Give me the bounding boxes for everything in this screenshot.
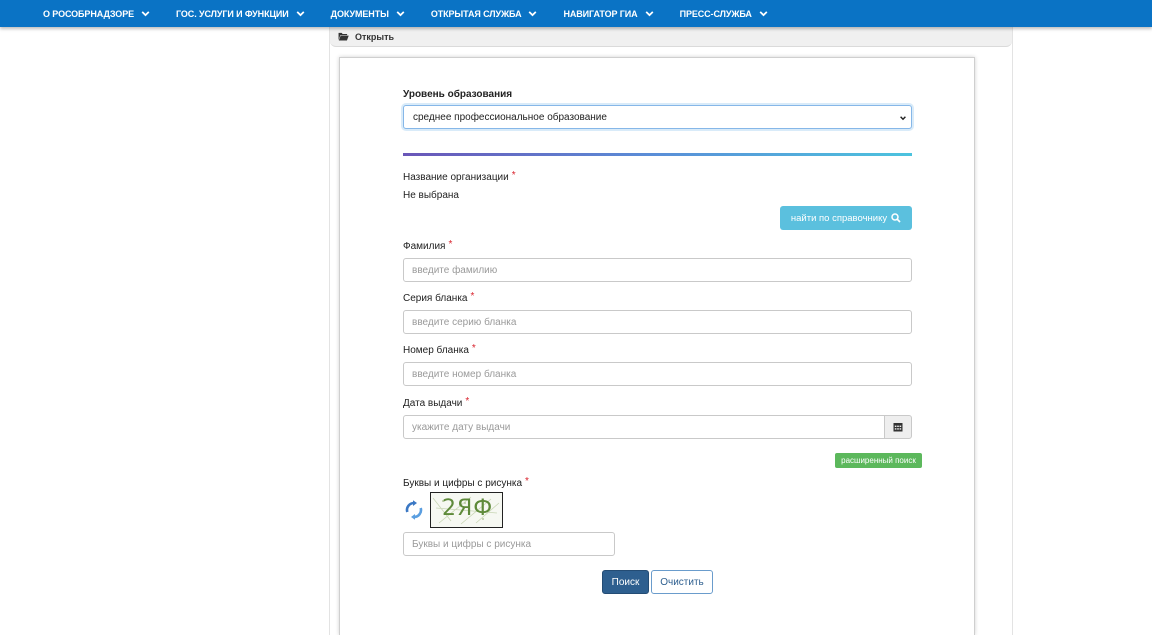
blank-number-label: Номер бланка * [403,343,476,356]
nav-item-label: ОТКРЫТАЯ СЛУЖБА [430,8,522,19]
required-mark: * [470,291,475,302]
chevron-down-icon [296,11,305,17]
surname-input[interactable]: введите фамилию [403,258,912,282]
top-navigation: О РОСОБРНАДЗОРЕ ГОС. УСЛУГИ И ФУНКЦИИ ДО… [0,0,1152,27]
blank-number-placeholder: введите номер бланка [412,368,517,380]
organization-label: Название организации * [403,170,516,183]
education-level-value: среднее профессиональное образование [413,111,607,123]
organization-label-text: Название организации [403,172,509,183]
lookup-directory-label: найти по справочнику [790,212,888,224]
captcha-placeholder: Буквы и цифры с рисунка [412,538,532,550]
surname-placeholder: введите фамилию [412,264,498,276]
advanced-search-label: расширенный поиск [841,456,916,465]
nav-item-label: О РОСОБРНАДЗОРЕ [43,8,135,19]
issue-date-label-text: Дата выдачи [403,398,463,409]
calendar-icon [893,423,903,432]
nav-item-label: ГОС. УСЛУГИ И ФУНКЦИИ [176,8,289,19]
required-mark: * [525,476,529,487]
blank-series-placeholder: введите серию бланка [412,316,517,328]
chevron-down-icon [529,11,537,17]
lookup-directory-button[interactable]: найти по справочнику [780,206,912,230]
education-level-label: Уровень образования [403,89,513,100]
nav-item-label: НАВИГАТОР ГИА [563,8,638,19]
search-form-card: Уровень образования среднее профессионал… [339,57,975,635]
required-mark: * [471,343,476,354]
blank-number-input[interactable]: введите номер бланка [403,362,912,386]
chevron-down-icon [645,11,654,17]
issue-date-label: Дата выдачи * [403,396,470,409]
issue-date-input[interactable]: укажите дату выдачи [403,415,885,439]
nav-item-press[interactable]: ПРЕСС-СЛУЖБА [680,8,769,19]
nav-item-label: ПРЕСС-СЛУЖБА [679,8,752,19]
clear-button[interactable]: Очистить [651,570,713,594]
captcha-text: 2ЯФ [442,496,494,521]
advanced-search-button[interactable]: расширенный поиск [835,453,922,468]
captcha-input[interactable]: Буквы и цифры с рисунка [403,532,615,556]
captcha-image: 2ЯФ [430,492,503,528]
open-label: Открыть [355,31,395,42]
section-divider [403,153,912,156]
chevron-down-icon [396,11,405,17]
required-mark: * [465,396,470,407]
captcha-label-text: Буквы и цифры с рисунка [403,478,523,489]
chevron-down-icon [141,11,150,17]
refresh-icon[interactable] [404,500,424,520]
chevron-down-icon [900,116,906,121]
nav-item-gia-navigator[interactable]: НАВИГАТОР ГИА [563,8,654,19]
blank-series-label: Серия бланка * [403,291,475,304]
issue-date-placeholder: укажите дату выдачи [412,421,511,433]
surname-label-text: Фамилия [403,241,446,252]
nav-item-services[interactable]: ГОС. УСЛУГИ И ФУНКЦИИ [176,8,306,19]
search-button-label: Поиск [611,576,640,588]
nav-item-documents[interactable]: ДОКУМЕНТЫ [331,8,406,19]
calendar-button[interactable] [884,415,912,439]
education-level-select[interactable]: среднее профессиональное образование [403,105,912,129]
nav-item-about[interactable]: О РОСОБРНАДЗОРЕ [43,8,151,19]
blank-number-label-text: Номер бланка [403,345,469,356]
nav-item-open-service[interactable]: ОТКРЫТАЯ СЛУЖБА [431,8,539,19]
organization-value: Не выбрана [403,190,459,201]
clear-button-label: Очистить [660,576,704,588]
chevron-down-icon [759,11,768,17]
required-mark: * [448,239,453,250]
search-button[interactable]: Поиск [602,570,649,594]
nav-item-label: ДОКУМЕНТЫ [330,8,389,19]
blank-series-input[interactable]: введите серию бланка [403,310,912,334]
search-icon [891,213,901,223]
captcha-label: Буквы и цифры с рисунка * [403,476,529,489]
required-mark: * [511,170,516,181]
surname-label: Фамилия * [403,239,453,252]
blank-series-label-text: Серия бланка [403,293,468,304]
folder-open-icon [338,32,349,41]
open-toggle[interactable]: Открыть [330,27,1012,47]
